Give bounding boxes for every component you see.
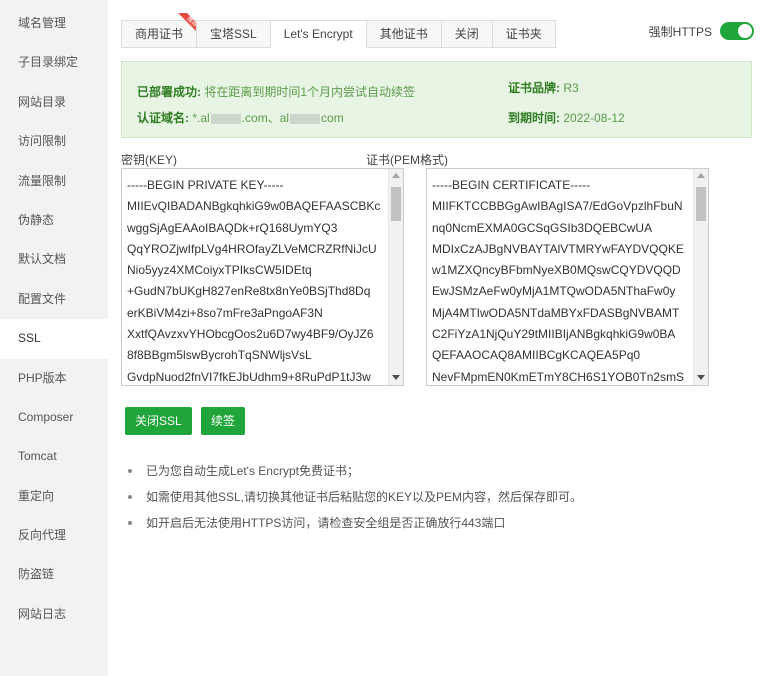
sidebar-item-domain[interactable]: 域名管理	[0, 4, 108, 43]
sidebar-item-redirect[interactable]: 重定向	[0, 477, 108, 516]
key-line: QqYROZjwIfpLVg4HROfayZLVeMCRZRfNiJcU	[127, 241, 377, 256]
key-line: wggSjAgEAAoIBAQDk+rQ168UymYQ3	[127, 220, 338, 235]
key-line: -----BEGIN PRIVATE KEY-----	[127, 178, 284, 192]
cert-textarea[interactable]: -----BEGIN CERTIFICATE----- MIIFKTCCBBGg…	[426, 168, 709, 386]
key-line: +GudN7bUKgH827enRe8tx8nYe0BSjThd8Dq	[127, 284, 371, 299]
cert-expiry-value: 2022-08-12	[563, 111, 625, 125]
cert-brand-label: 证书品牌:	[508, 81, 560, 95]
force-https-label: 强制HTTPS	[648, 24, 712, 39]
tips-list: 已为您自动生成Let's Encrypt免费证书； 如需使用其他SSL,请切换其…	[128, 463, 582, 541]
scroll-down-icon[interactable]	[697, 375, 705, 380]
cert-scrollbar[interactable]	[693, 169, 708, 385]
key-line: Nio5yyz4XMCoiyxTPIksCW5IDEtq	[127, 263, 312, 278]
sidebar-item-hotlink[interactable]: 防盗链	[0, 555, 108, 594]
deploy-status-label: 已部署成功:	[137, 85, 201, 99]
redacted-mask	[290, 113, 321, 124]
sidebar-item-composer[interactable]: Composer	[0, 398, 108, 437]
close-ssl-button[interactable]: 关闭SSL	[125, 407, 192, 435]
scroll-thumb[interactable]	[696, 187, 706, 221]
cert-brand: 证书品牌: R3	[508, 79, 579, 96]
cert-expiry-label: 到期时间:	[508, 111, 560, 125]
key-line: XxtfQAvzxvYHObcgOos2u6D7wy4BF9/OyJZ6	[127, 327, 374, 342]
tip-item: 如需使用其他SSL,请切换其他证书后粘贴您的KEY以及PEM内容，然后保存即可。	[128, 489, 582, 515]
force-https-toggle[interactable]	[720, 22, 754, 40]
scroll-thumb[interactable]	[391, 187, 401, 221]
ssl-tabs: 商用证书 推荐 宝塔SSL Let's Encrypt 其他证书 关闭 证书夹	[121, 13, 556, 48]
cert-line: C2FiYzA1NjQuY29tMIIBIjANBgkqhkiG9w0BA	[432, 327, 676, 342]
sidebar-item-proxy[interactable]: 反向代理	[0, 516, 108, 555]
cert-line: MjA4MTIwODA5NTdaMBYxFDASBgNVBAMT	[432, 305, 680, 320]
cert-line: EwJSMzAeFw0yMjA1MTQwODA5NThaFw0y	[432, 284, 676, 299]
key-text: -----BEGIN PRIVATE KEY----- MIIEvQIBADAN…	[127, 175, 387, 385]
cert-line: -----BEGIN CERTIFICATE-----	[432, 178, 591, 192]
renew-button[interactable]: 续签	[201, 407, 246, 435]
sidebar: 域名管理 子目录绑定 网站目录 访问限制 流量限制 伪静态 默认文档 配置文件 …	[0, 0, 108, 676]
cert-text: -----BEGIN CERTIFICATE----- MIIFKTCCBBGg…	[432, 175, 692, 385]
sidebar-item-access-limit[interactable]: 访问限制	[0, 122, 108, 161]
sidebar-item-logs[interactable]: 网站日志	[0, 595, 108, 634]
toggle-knob	[738, 24, 752, 38]
cert-line: w1MZXQncyBFbmNyeXB0MQswCQYDVQQD	[432, 263, 681, 278]
tip-item: 已为您自动生成Let's Encrypt免费证书；	[128, 463, 582, 489]
scroll-up-icon[interactable]	[392, 173, 400, 178]
tab-label: 商用证书	[135, 27, 184, 41]
cert-expiry: 到期时间: 2022-08-12	[508, 109, 625, 126]
tab-lets-encrypt[interactable]: Let's Encrypt	[269, 20, 367, 48]
cert-brand-value: R3	[563, 81, 579, 95]
domain-part: .com、al	[241, 111, 290, 125]
sidebar-item-traffic-limit[interactable]: 流量限制	[0, 162, 108, 201]
scroll-up-icon[interactable]	[697, 173, 705, 178]
cert-line: NevFMpmEN0KmETmY8CH6S1YOB0Tn2smS	[432, 369, 685, 384]
cert-domains: 认证域名: *.al .com、al com	[137, 109, 344, 126]
scroll-down-icon[interactable]	[392, 375, 400, 380]
deploy-status-text: 将在距离到期时间1个月内尝试自动续签	[204, 85, 416, 99]
sidebar-item-php[interactable]: PHP版本	[0, 359, 108, 398]
sidebar-item-config[interactable]: 配置文件	[0, 280, 108, 319]
sidebar-item-tomcat[interactable]: Tomcat	[0, 437, 108, 476]
tab-commercial[interactable]: 商用证书 推荐	[121, 13, 201, 48]
sidebar-item-ssl[interactable]: SSL	[0, 319, 108, 359]
cert-line: MDIxCzAJBgNVBAYTAlVTMRYwFAYDVQQKE	[432, 241, 684, 256]
cert-domains-label: 认证域名:	[137, 111, 189, 125]
redacted-mask	[210, 113, 241, 124]
main-panel: 商用证书 推荐 宝塔SSL Let's Encrypt 其他证书 关闭 证书夹 …	[108, 0, 768, 676]
domain-part: *.al	[192, 111, 210, 125]
key-line: MIIEvQIBADANBgkqhkiG9w0BAQEFAASCBKc	[127, 199, 381, 214]
key-label: 密钥(KEY)	[121, 153, 178, 167]
sidebar-item-rewrite[interactable]: 伪静态	[0, 201, 108, 240]
cert-line: nq0NcmEXMA0GCSqGSIb3DQEBCwUA	[432, 220, 653, 235]
key-line: 8f8BBgm5lswBycrohTqSNWljsVsL	[127, 348, 312, 363]
force-https: 强制HTTPS	[649, 22, 754, 40]
tab-bt-ssl[interactable]: 宝塔SSL	[196, 20, 271, 48]
sidebar-item-default-doc[interactable]: 默认文档	[0, 240, 108, 279]
key-line: GvdpNuod2fnVI7fkEJbUdhm9+8RuPdP1tJ3w	[127, 369, 371, 384]
tab-close[interactable]: 关闭	[440, 20, 493, 48]
key-textarea[interactable]: -----BEGIN PRIVATE KEY----- MIIEvQIBADAN…	[121, 168, 404, 386]
key-line: erKBiVM4zi+8so7mFre3aPngoAF3N	[127, 305, 323, 320]
cert-status-box: 已部署成功: 将在距离到期时间1个月内尝试自动续签 认证域名: *.al .com…	[121, 61, 752, 138]
sidebar-item-subdir[interactable]: 子目录绑定	[0, 43, 108, 82]
cert-line: QEFAAOCAQ8AMIIBCgKCAQEA5Pq0	[432, 348, 641, 363]
deploy-status: 已部署成功: 将在距离到期时间1个月内尝试自动续签	[137, 83, 415, 100]
tab-cert-folder[interactable]: 证书夹	[491, 20, 556, 48]
cert-label: 证书(PEM格式)	[366, 153, 448, 167]
tab-other-cert[interactable]: 其他证书	[365, 20, 442, 48]
domain-part: com	[321, 111, 344, 125]
tip-item: 如开启后无法使用HTTPS访问，请检查安全组是否正确放行443端口	[128, 515, 582, 541]
cert-line: MIIFKTCCBBGgAwIBAgISA7/EdGoVpzlhFbuN	[432, 199, 683, 214]
sidebar-item-site-dir[interactable]: 网站目录	[0, 83, 108, 122]
key-scrollbar[interactable]	[388, 169, 403, 385]
